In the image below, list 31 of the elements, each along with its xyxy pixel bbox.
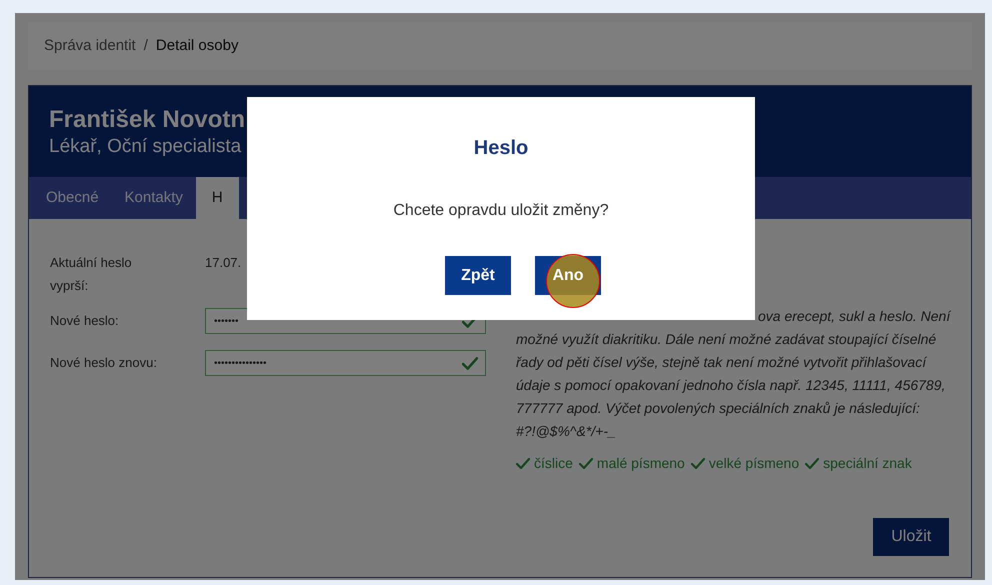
- expiry-value: 17.07.: [205, 254, 242, 272]
- expiry-label: Aktuální heslo vyprší:: [50, 254, 133, 295]
- tab[interactable]: Obecné: [33, 177, 112, 219]
- hint-text: možné využít diakritiku. Dále není možné zadávat stoupající číselné: [516, 330, 938, 349]
- check-icon: [578, 458, 593, 469]
- dialog-button[interactable]: Zpět: [445, 256, 511, 295]
- requirement-label: číslice: [534, 454, 573, 473]
- dialog-message: Chcete opravdu uložit změny?: [393, 201, 609, 221]
- hint-text: údaje s pomocí opakovaní jednoho čísla např. 12345, 11111, 456789,: [516, 376, 946, 395]
- check-icon: [462, 356, 478, 370]
- tab[interactable]: H: [196, 177, 239, 219]
- field-label: Nové heslo:: [50, 312, 120, 330]
- field-label: Nové heslo znovu:: [50, 354, 158, 372]
- breadcrumb-link[interactable]: Správa identit: [44, 34, 136, 58]
- requirement-label: speciální znak: [823, 454, 912, 473]
- dialog-title: Heslo: [474, 136, 528, 161]
- person-name: František Novotn: [49, 106, 246, 134]
- breadcrumb-separator: /: [144, 36, 148, 56]
- tab[interactable]: Kontakty: [112, 177, 196, 219]
- check-icon: [805, 458, 820, 469]
- person-role: Lékař, Oční specialista: [49, 135, 242, 159]
- hint-text: #?!@$%^&*/+-_: [516, 422, 617, 441]
- check-icon: [516, 458, 530, 469]
- requirement-label: malé písmeno: [596, 454, 685, 473]
- hint-text: ova erecept, sukl a heslo. Není: [757, 307, 950, 326]
- hint-text: 777777 apod. Výčet povolených speciálních znaků je následující:: [516, 399, 921, 418]
- password-field[interactable]: •••••••••••••••: [205, 350, 486, 376]
- check-icon: [690, 458, 705, 469]
- requirement-label: velké písmeno: [708, 454, 800, 473]
- hint-text: řady od pěti čísel výše, stejně tak není možné vytvořit přihlašovací: [516, 353, 928, 372]
- save-button[interactable]: Uložit: [873, 518, 950, 556]
